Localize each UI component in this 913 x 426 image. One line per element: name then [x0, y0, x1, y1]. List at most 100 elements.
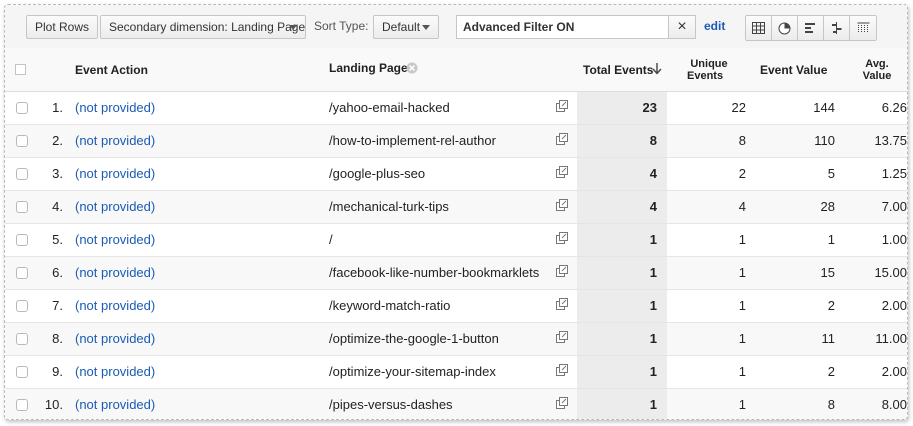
avg-value-value: 6.26 — [881, 100, 907, 115]
table-view-icon[interactable] — [746, 16, 772, 40]
avg-value-value: 1.25 — [881, 166, 907, 181]
unique-events-value: 1 — [738, 298, 746, 313]
sort-type-dropdown[interactable]: Default — [373, 15, 439, 39]
event-value-value: 28 — [820, 199, 835, 214]
external-link-icon[interactable] — [556, 265, 568, 280]
external-link-icon[interactable] — [556, 364, 568, 379]
secondary-dimension-dropdown[interactable]: Secondary dimension: Landing Page — [100, 15, 306, 39]
row-checkbox[interactable] — [16, 333, 28, 345]
total-events-value: 1 — [649, 331, 657, 346]
avg-value-value: 1.00 — [881, 232, 907, 247]
header-event-value[interactable]: Event Value — [760, 63, 827, 77]
advanced-filter-field[interactable]: Advanced Filter ON × — [456, 15, 696, 39]
external-link-icon[interactable] — [556, 232, 568, 247]
total-events-value: 1 — [649, 364, 657, 379]
event-value-value: 2 — [827, 364, 835, 379]
row-checkbox[interactable] — [16, 135, 28, 147]
header-unique-events-line1[interactable]: Unique — [687, 58, 731, 70]
table-row: 9. (not provided) /optimize-your-sitemap… — [5, 356, 907, 389]
external-link-icon[interactable] — [556, 100, 568, 115]
row-checkbox[interactable] — [16, 168, 28, 180]
event-action-link[interactable]: (not provided) — [75, 364, 155, 379]
row-checkbox[interactable] — [16, 366, 28, 378]
landing-page-value: /google-plus-seo — [329, 166, 426, 181]
event-value-value: 2 — [827, 298, 835, 313]
row-checkbox[interactable] — [16, 300, 28, 312]
pie-view-icon[interactable] — [772, 16, 798, 40]
remove-dimension-icon[interactable] — [406, 62, 418, 77]
landing-page-value: /optimize-the-google-1-button — [329, 331, 499, 346]
landing-page-value: / — [329, 232, 333, 247]
table-row: 2. (not provided) /how-to-implement-rel-… — [5, 125, 907, 158]
row-number: 6. — [52, 265, 63, 280]
event-action-link[interactable]: (not provided) — [75, 133, 155, 148]
row-number: 4. — [52, 199, 63, 214]
landing-page-value: /how-to-implement-rel-author — [329, 133, 496, 148]
clear-filter-button[interactable]: × — [668, 16, 695, 38]
advanced-filter-value: Advanced Filter ON — [463, 20, 575, 34]
header-total-events[interactable]: Total Events — [583, 63, 653, 77]
avg-value-value: 2.00 — [881, 364, 907, 379]
table-row: 5. (not provided) / 1 1 1 1.00 — [5, 224, 907, 257]
total-events-value: 1 — [649, 397, 657, 412]
event-action-link[interactable]: (not provided) — [75, 232, 155, 247]
row-number: 3. — [52, 166, 63, 181]
header-event-action[interactable]: Event Action — [75, 63, 148, 77]
total-events-value: 4 — [649, 199, 657, 214]
row-number: 10. — [44, 397, 63, 412]
landing-page-value: /mechanical-turk-tips — [329, 199, 449, 214]
landing-page-value: /keyword-match-ratio — [329, 298, 451, 313]
event-value-value: 8 — [827, 397, 835, 412]
row-number: 7. — [52, 298, 63, 313]
event-action-link[interactable]: (not provided) — [75, 397, 155, 412]
event-action-link[interactable]: (not provided) — [75, 166, 155, 181]
external-link-icon[interactable] — [556, 331, 568, 346]
header-landing-page[interactable]: Landing Page — [329, 61, 408, 75]
event-action-link[interactable]: (not provided) — [75, 265, 155, 280]
sort-descending-icon[interactable] — [652, 62, 662, 78]
external-link-icon[interactable] — [556, 397, 568, 412]
edit-filter-link[interactable]: edit — [704, 19, 725, 33]
chevron-down-icon — [289, 25, 297, 30]
landing-page-value: /pipes-versus-dashes — [329, 397, 453, 412]
total-events-value: 1 — [649, 265, 657, 280]
total-events-value: 4 — [649, 166, 657, 181]
event-action-link[interactable]: (not provided) — [75, 100, 155, 115]
event-value-value: 15 — [820, 265, 835, 280]
unique-events-value: 1 — [738, 364, 746, 379]
row-checkbox[interactable] — [16, 201, 28, 213]
header-avg-value-line2[interactable]: Value — [857, 70, 897, 82]
unique-events-value: 1 — [738, 397, 746, 412]
event-action-link[interactable]: (not provided) — [75, 199, 155, 214]
event-action-link[interactable]: (not provided) — [75, 331, 155, 346]
comparison-view-icon[interactable] — [824, 16, 850, 40]
avg-value-value: 8.00 — [881, 397, 907, 412]
external-link-icon[interactable] — [556, 166, 568, 181]
external-link-icon[interactable] — [556, 298, 568, 313]
avg-value-value: 15.00 — [874, 265, 907, 280]
external-link-icon[interactable] — [556, 199, 568, 214]
row-checkbox[interactable] — [16, 267, 28, 279]
total-events-value: 1 — [649, 232, 657, 247]
row-checkbox[interactable] — [16, 234, 28, 246]
total-events-value: 8 — [649, 133, 657, 148]
landing-page-value: /yahoo-email-hacked — [329, 100, 450, 115]
row-checkbox[interactable] — [16, 102, 28, 114]
sort-type-value: Default — [382, 20, 421, 34]
table-row: 3. (not provided) /google-plus-seo 4 2 5… — [5, 158, 907, 191]
plot-rows-button[interactable]: Plot Rows — [26, 15, 99, 39]
performance-view-icon[interactable] — [798, 16, 824, 40]
header-avg-value-line1[interactable]: Avg. — [857, 58, 897, 70]
event-action-link[interactable]: (not provided) — [75, 298, 155, 313]
row-number: 5. — [52, 232, 63, 247]
avg-value-value: 13.75 — [874, 133, 907, 148]
unique-events-value: 4 — [738, 199, 746, 214]
header-unique-events-line2[interactable]: Events — [687, 70, 727, 82]
total-events-value: 23 — [642, 100, 657, 115]
row-checkbox[interactable] — [16, 399, 28, 411]
total-events-value: 1 — [649, 298, 657, 313]
select-all-checkbox[interactable] — [15, 64, 26, 75]
row-number: 2. — [52, 133, 63, 148]
pivot-view-icon[interactable] — [850, 16, 876, 40]
external-link-icon[interactable] — [556, 133, 568, 148]
